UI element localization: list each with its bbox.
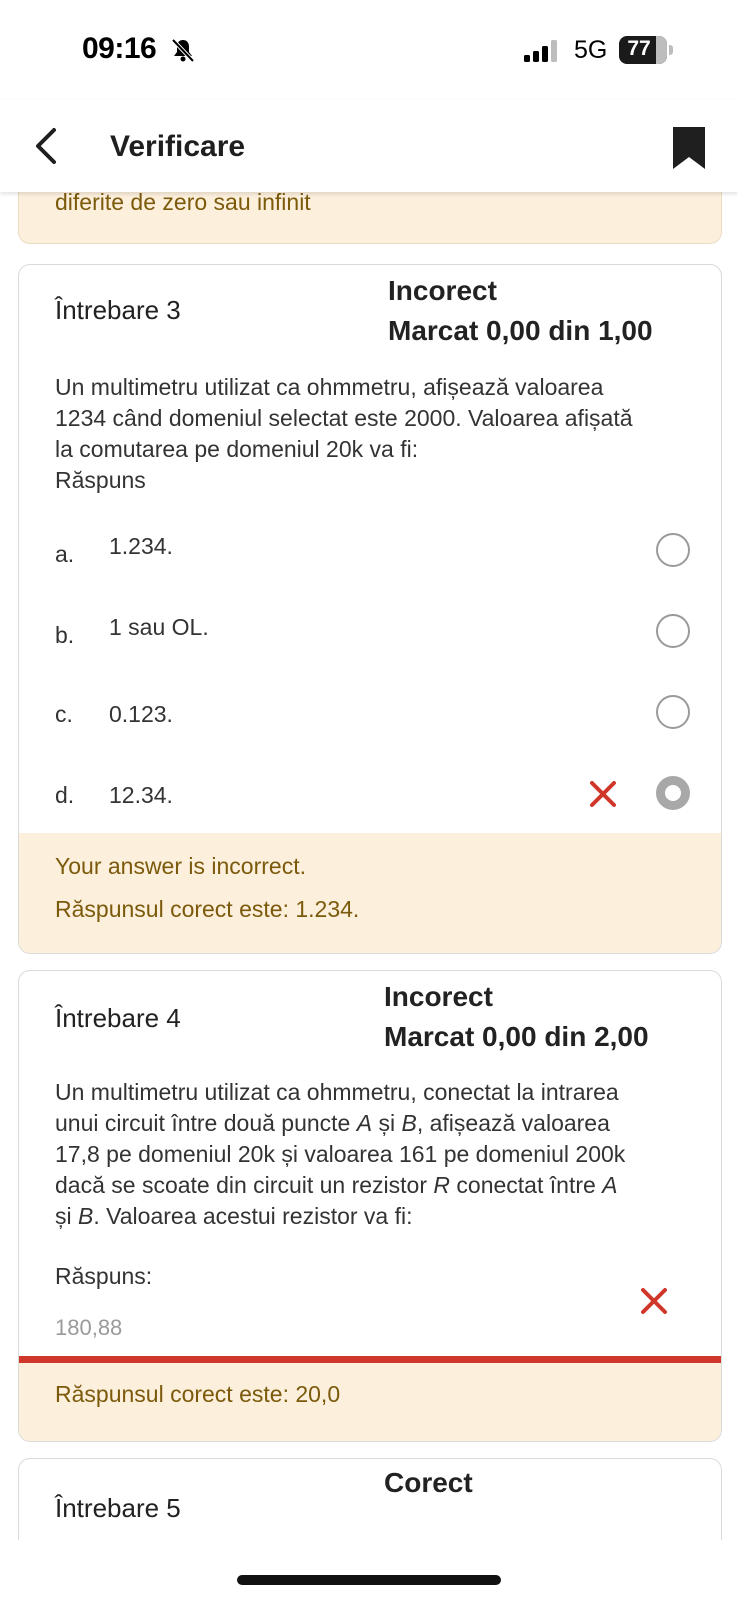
chevron-left-icon[interactable]	[30, 126, 66, 166]
question-state: Incorect	[388, 275, 497, 306]
home-indicator[interactable]	[237, 1575, 501, 1585]
battery-icon: 77	[619, 36, 673, 64]
option-d[interactable]: d. 12.34.	[55, 776, 695, 820]
page-title: Verificare	[110, 130, 246, 163]
option-a[interactable]: a. 1.234.	[55, 533, 695, 577]
question-card-3: Întrebare 3 Incorect Marcat 0,00 din 1,0…	[18, 264, 722, 954]
radio-button-b[interactable]	[656, 614, 690, 648]
correct-answer-text: Răspunsul corect este: 20,0	[55, 1381, 341, 1407]
bookmark-icon[interactable]	[673, 127, 705, 169]
question-text: Un multimetru utilizat ca ohmmetru, cone…	[55, 1079, 626, 1229]
question-state: Incorect	[384, 981, 493, 1012]
signal-icon	[524, 40, 557, 62]
question-card-5: Întrebare 5 Corect	[18, 1458, 722, 1540]
answer-input-field[interactable]: Răspuns: 180,88	[19, 1263, 721, 1363]
status-bar: 09:16 5G 77	[0, 0, 738, 100]
question-label: Întrebare 5	[55, 1493, 181, 1523]
answer-underline	[19, 1356, 721, 1363]
status-time: 09:16	[82, 32, 157, 65]
question-card-4: Întrebare 4 Incorect Marcat 0,00 din 2,0…	[18, 970, 722, 1442]
answer-feedback: Răspunsul corect este: 20,0	[19, 1363, 721, 1441]
option-b[interactable]: b. 1 sau OL.	[55, 614, 695, 658]
previous-feedback-text: diferite de zero sau infinit	[55, 192, 311, 215]
answer-value: 180,88	[55, 1315, 123, 1340]
incorrect-x-icon	[590, 781, 616, 807]
incorrect-x-icon	[641, 1288, 667, 1314]
question-mark: Marcat 0,00 din 2,00	[384, 1021, 649, 1052]
question-state: Corect	[384, 1467, 473, 1498]
radio-button-c[interactable]	[656, 695, 690, 729]
bell-slash-icon	[171, 38, 195, 63]
question-mark: Marcat 0,00 din 1,00	[388, 315, 653, 346]
battery-level: 77	[627, 37, 651, 60]
radio-button-a[interactable]	[656, 533, 690, 567]
answer-label: Răspuns:	[55, 1263, 153, 1289]
option-c[interactable]: c. 0.123.	[55, 695, 695, 739]
correct-answer-text: Răspunsul corect este: 1.234.	[55, 896, 360, 922]
app-header: Verificare	[0, 100, 738, 192]
question-label: Întrebare 4	[55, 1003, 181, 1033]
answer-label: Răspuns	[55, 467, 146, 493]
radio-button-d-selected[interactable]	[656, 776, 690, 810]
question-text: Un multimetru utilizat ca ohmmetru, afiș…	[55, 372, 695, 496]
feedback-incorrect-text: Your answer is incorrect.	[55, 853, 306, 879]
previous-feedback-card: diferite de zero sau infinit	[18, 192, 722, 244]
quiz-review-content[interactable]: diferite de zero sau infinit Întrebare 3…	[0, 192, 738, 1540]
answer-feedback: Your answer is incorrect. Răspunsul core…	[19, 833, 721, 953]
question-label: Întrebare 3	[55, 295, 181, 325]
network-type: 5G	[574, 36, 608, 64]
